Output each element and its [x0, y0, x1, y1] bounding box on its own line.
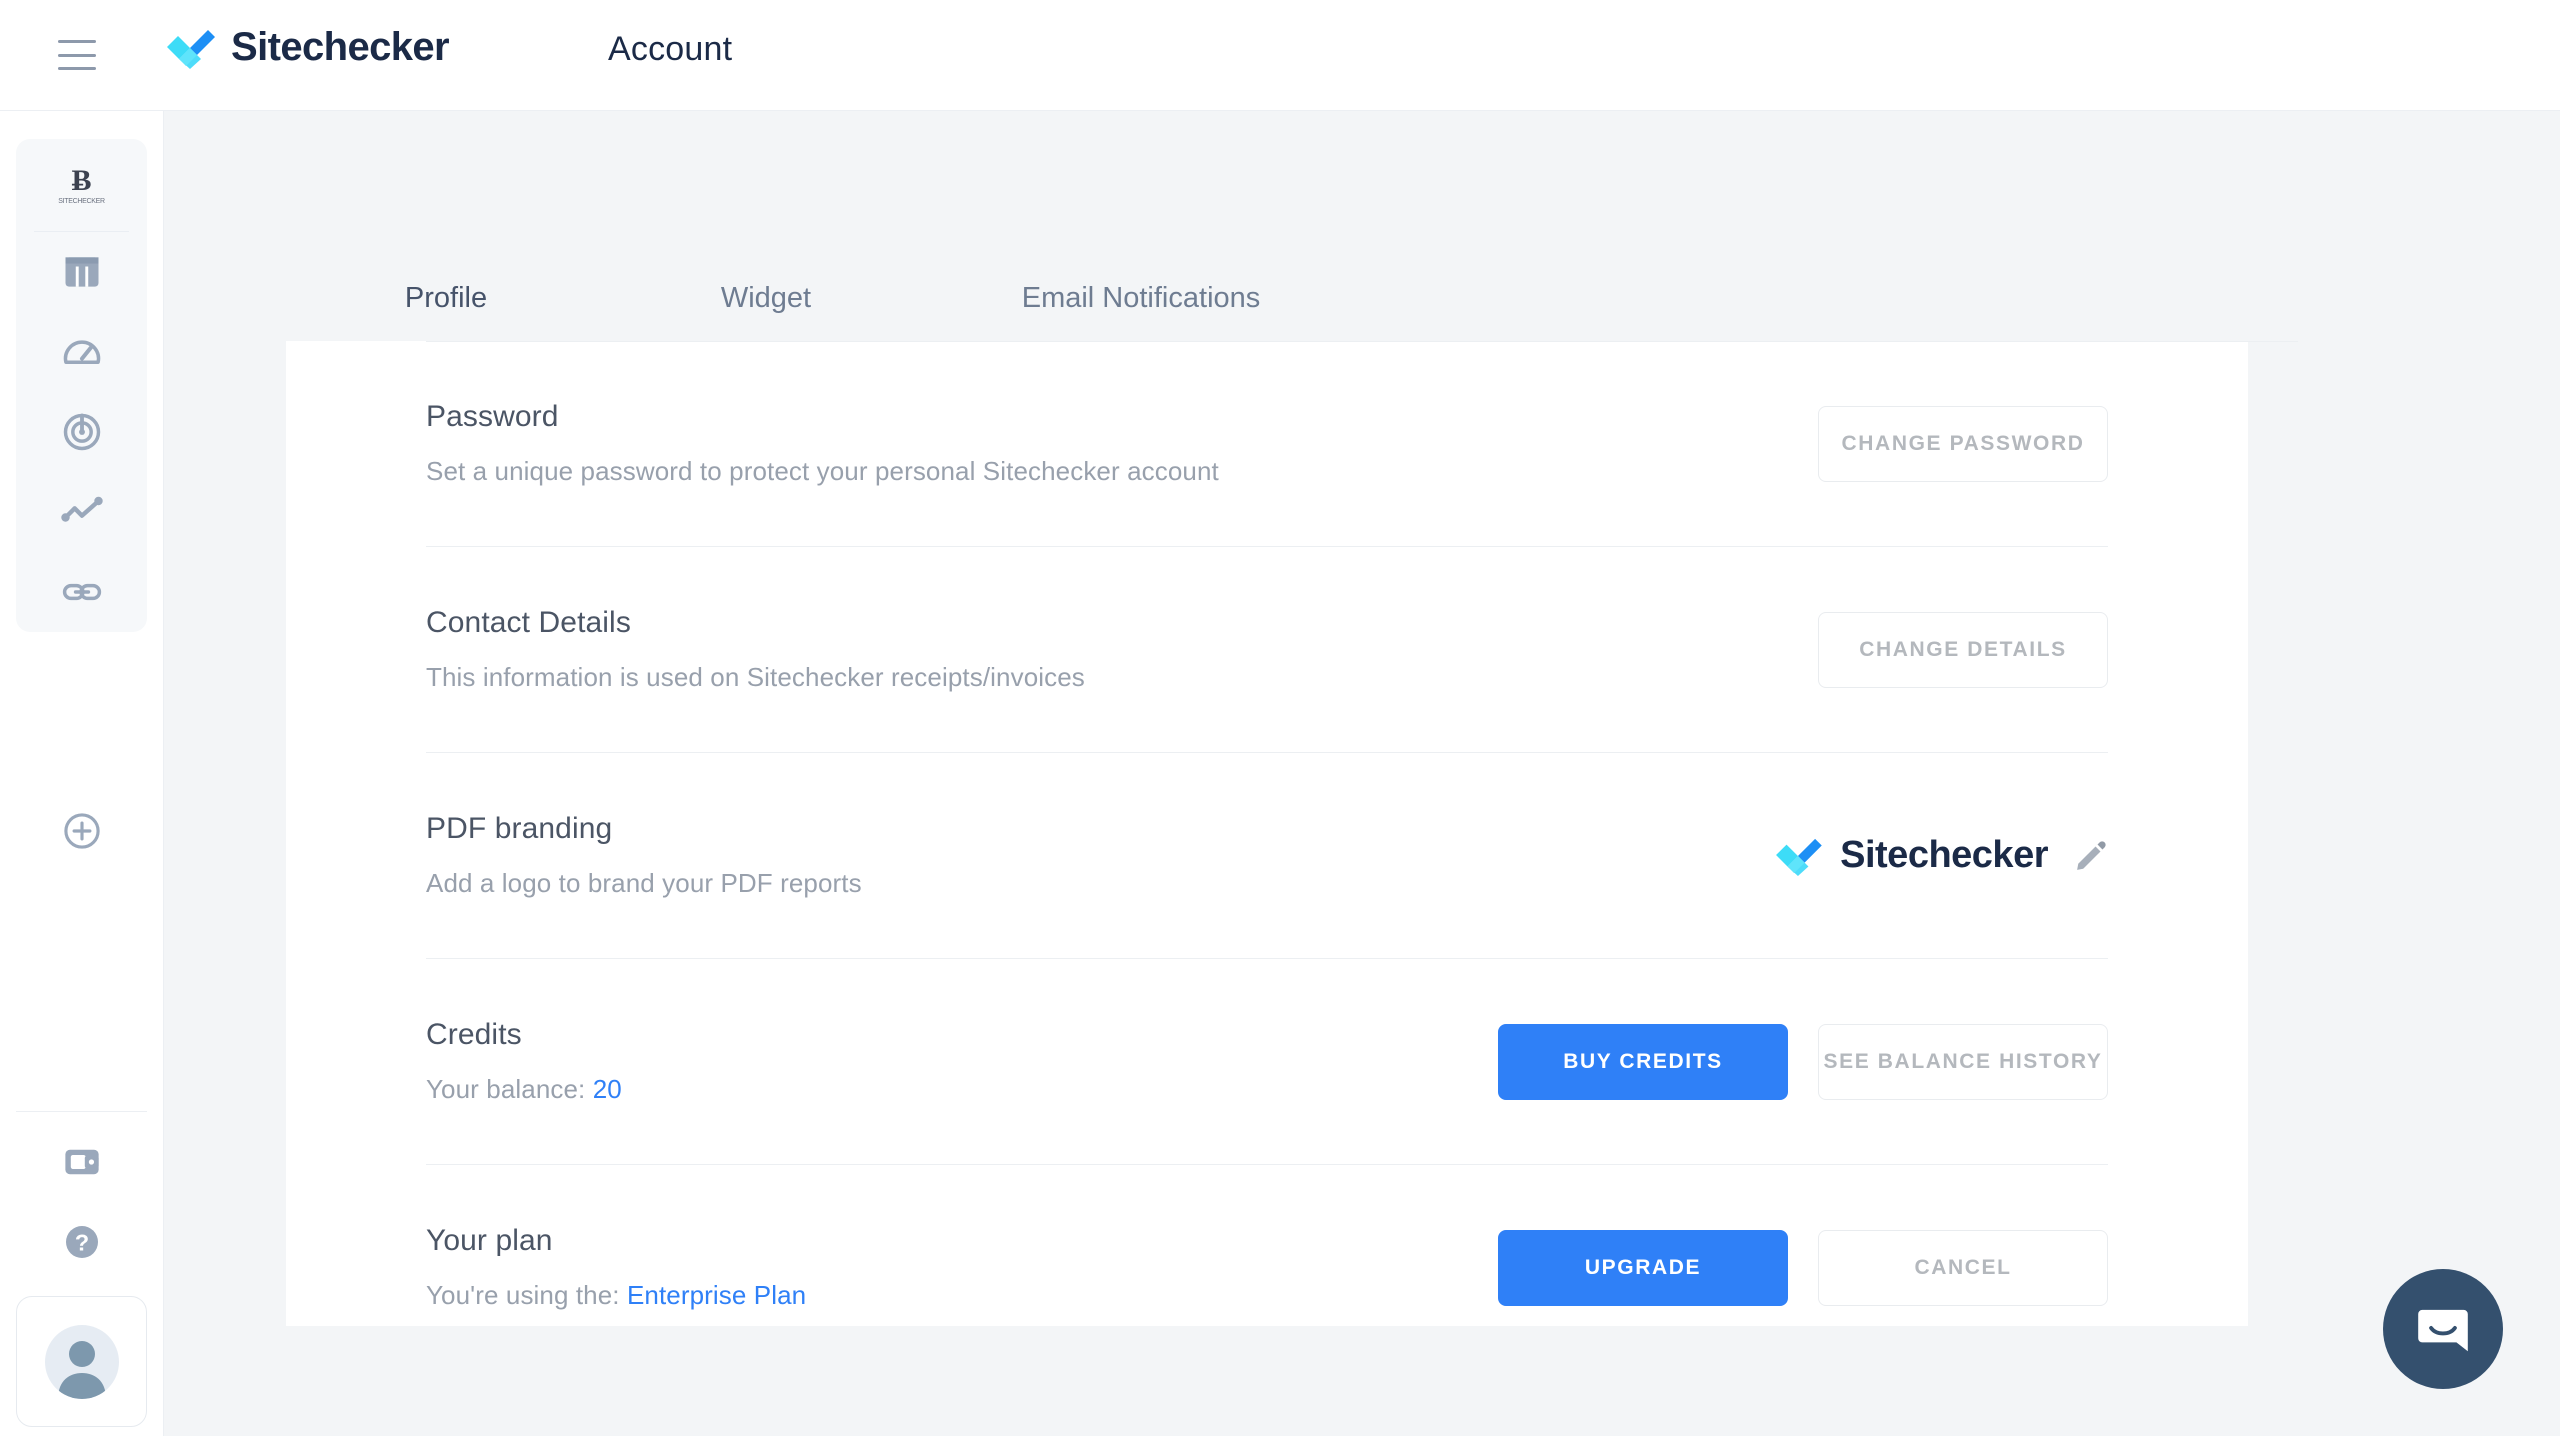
- upgrade-button[interactable]: UPGRADE: [1498, 1229, 1788, 1306]
- balance-value: 20: [592, 1074, 622, 1104]
- main-content: Profile Widget Email Notifications Passw…: [163, 110, 2560, 1436]
- user-avatar-icon: [44, 1324, 119, 1399]
- settings-card: Password Set a unique password to protec…: [286, 341, 2298, 1436]
- wallet-billing-icon: [64, 1149, 99, 1175]
- change-password-button[interactable]: CHANGE PASSWORD: [1818, 405, 2108, 482]
- section-credits: Credits Your balance: 20 BUY CREDITS SEE…: [426, 959, 2108, 1165]
- change-details-button[interactable]: CHANGE DETAILS: [1818, 611, 2108, 688]
- sidebar-item-rank-tracker[interactable]: [16, 472, 147, 552]
- hamburger-menu-icon[interactable]: [58, 40, 96, 70]
- sidebar-item-backlinks[interactable]: [16, 552, 147, 632]
- plus-circle-icon: [63, 813, 100, 849]
- top-bar: Sitechecker Account: [0, 0, 2560, 110]
- dashboard-columns-icon: [65, 257, 98, 287]
- sidebar-nav-group: Ƀ SITECHECKER: [16, 139, 147, 632]
- chat-launcher-button[interactable]: [2383, 1269, 2503, 1389]
- section-contact-details-subtitle: This information is used on Sitechecker …: [426, 662, 1085, 692]
- section-password-subtitle: Set a unique password to protect your pe…: [426, 456, 1219, 486]
- sitechecker-checkmark-icon: [1776, 838, 1822, 876]
- sidebar-item-project[interactable]: Ƀ SITECHECKER: [16, 139, 147, 231]
- brand-logo[interactable]: Sitechecker: [163, 25, 450, 70]
- section-credits-balance: Your balance: 20: [426, 1074, 1498, 1105]
- buy-credits-button[interactable]: BUY CREDITS: [1498, 1023, 1788, 1100]
- tab-profile-label: Profile: [404, 282, 488, 314]
- section-your-plan-title: Your plan: [426, 1224, 553, 1257]
- section-password: Password Set a unique password to protec…: [426, 341, 2108, 547]
- left-sidebar: Ƀ SITECHECKER ?: [0, 110, 163, 1436]
- account-page: Sitechecker Account Ƀ SITECHECKER ? Prof…: [0, 0, 2560, 1436]
- sitechecker-checkmark-icon: [167, 29, 215, 69]
- intercom-chat-bubble-icon: [2418, 1309, 2468, 1352]
- plan-label: You're using the:: [426, 1280, 620, 1310]
- speedometer-gauge-icon: [63, 340, 100, 365]
- section-pdf-branding-subtitle: Add a logo to brand your PDF reports: [426, 868, 862, 898]
- site-favicon-icon: Ƀ SITECHECKER: [58, 163, 105, 205]
- brand-name: Sitechecker: [231, 25, 450, 69]
- balance-label: Your balance:: [426, 1074, 586, 1104]
- link-chain-icon: [62, 583, 101, 601]
- svg-text:?: ?: [74, 1229, 88, 1255]
- sidebar-item-dashboard[interactable]: [16, 232, 147, 312]
- see-balance-history-button[interactable]: SEE BALANCE HISTORY: [1818, 1023, 2108, 1100]
- section-pdf-branding: PDF branding Add a logo to brand your PD…: [426, 753, 2108, 959]
- radar-target-icon: [63, 413, 100, 451]
- pdf-logo-name: Sitechecker: [1840, 834, 2048, 876]
- sidebar-item-billing[interactable]: [16, 1122, 147, 1202]
- section-your-plan-current: You're using the: Enterprise Plan: [426, 1280, 1498, 1311]
- section-credits-title: Credits: [426, 1018, 522, 1051]
- plan-name-link[interactable]: Enterprise Plan: [627, 1280, 806, 1310]
- trending-line-icon: [60, 496, 103, 522]
- avatar[interactable]: [16, 1296, 147, 1427]
- tab-widget-label: Widget: [720, 282, 812, 314]
- section-pdf-branding-title: PDF branding: [426, 812, 613, 845]
- sidebar-bottom-group: ?: [16, 1111, 147, 1427]
- section-contact-details: Contact Details This information is used…: [426, 547, 2108, 753]
- sidebar-item-add-project[interactable]: [16, 791, 147, 871]
- tab-email-notifications-label: Email Notifications: [1021, 282, 1261, 314]
- sidebar-item-monitoring[interactable]: [16, 392, 147, 472]
- sidebar-item-site-audit[interactable]: [16, 312, 147, 392]
- cancel-button[interactable]: CANCEL: [1818, 1229, 2108, 1306]
- page-title: Account: [608, 30, 733, 68]
- pdf-logo-preview: Sitechecker: [1772, 834, 2108, 877]
- pencil-edit-icon[interactable]: [2074, 839, 2108, 873]
- section-contact-details-title: Contact Details: [426, 606, 631, 639]
- page-bottom-strip: [164, 1326, 2560, 1436]
- help-question-icon: ?: [65, 1226, 98, 1258]
- sidebar-item-help[interactable]: ?: [16, 1202, 147, 1282]
- section-password-title: Password: [426, 400, 559, 433]
